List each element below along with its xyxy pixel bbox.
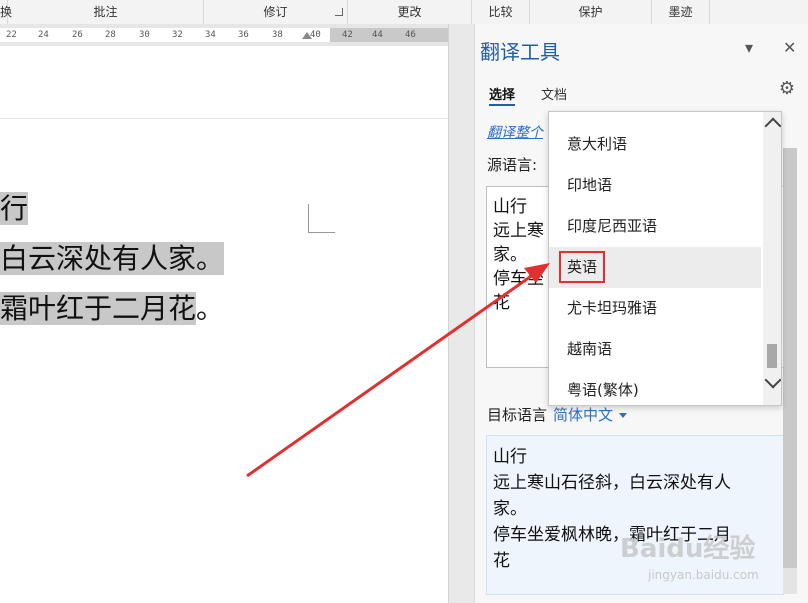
- document-line-1[interactable]: 行: [0, 186, 29, 232]
- document-line-3[interactable]: 霜叶红于二月花。: [0, 286, 224, 332]
- target-language-label: 目标语言: [487, 406, 548, 424]
- target-language-select[interactable]: 简体中文: [553, 406, 613, 424]
- target-line: 家。: [493, 499, 527, 519]
- selected-text[interactable]: 白云深处有人家。: [0, 242, 225, 275]
- ribbon-group-comments[interactable]: 批注: [8, 0, 204, 24]
- close-icon[interactable]: ✕: [783, 38, 796, 57]
- ruler-tick: 32: [172, 30, 183, 40]
- language-dropdown-list[interactable]: 意大利语 印地语 印度尼西亚语 英语 尤卡坦玛雅语 越南语 粤语(繁体): [548, 111, 782, 406]
- pane-title: 翻译工具: [480, 40, 560, 64]
- dialog-launcher-icon[interactable]: [335, 8, 343, 16]
- selected-text[interactable]: 行: [0, 192, 29, 225]
- ruler-tick: 36: [238, 30, 249, 40]
- translate-whole-link[interactable]: 翻译整个: [487, 122, 543, 142]
- ruler-tick: 38: [272, 30, 283, 40]
- chevron-down-icon[interactable]: [764, 371, 781, 389]
- ruler-tick: 26: [72, 30, 83, 40]
- language-option[interactable]: 印度尼西亚语: [549, 206, 761, 247]
- horizontal-ruler[interactable]: 22 24 26 28 30 32 34 36 38 40 42 44 46: [0, 24, 448, 46]
- language-option[interactable]: 越南语: [549, 329, 761, 370]
- tab-document[interactable]: 文档: [541, 84, 567, 103]
- indent-marker-icon[interactable]: [302, 32, 312, 39]
- ribbon-group-partial[interactable]: 换: [0, 0, 12, 24]
- source-language-label: 源语言:: [487, 156, 538, 174]
- document-vertical-scrollbar[interactable]: [448, 24, 475, 603]
- ribbon-group-protect[interactable]: 保护: [530, 0, 652, 24]
- highlight-box: 英语: [559, 251, 606, 283]
- pane-scrollbar-thumb[interactable]: [783, 148, 797, 568]
- watermark-logo: Baidu经验: [620, 534, 756, 564]
- ruler-tick: 22: [6, 30, 17, 40]
- ribbon-group-compare[interactable]: 比较: [472, 0, 530, 24]
- gear-icon[interactable]: ⚙: [779, 78, 795, 99]
- caret-down-icon[interactable]: [619, 413, 628, 418]
- dropdown-scrollbar-thumb[interactable]: [767, 344, 777, 368]
- ruler-tick: 44: [372, 30, 383, 40]
- line-tail: 。: [196, 292, 225, 325]
- ruler-tick: 34: [205, 30, 216, 40]
- ribbon-group-ink[interactable]: 墨迹: [652, 0, 710, 24]
- target-line: 远上寒山石径斜，白云深处有人: [493, 473, 731, 493]
- document-canvas[interactable]: 行 白云深处有人家。 霜叶红于二月花。: [0, 46, 448, 603]
- ribbon-group-tracking[interactable]: 修订: [204, 0, 348, 24]
- ribbon-group-changes[interactable]: 更改: [348, 0, 472, 24]
- pane-options-caret-icon[interactable]: ▾: [745, 38, 753, 57]
- chevron-up-icon[interactable]: [764, 117, 781, 135]
- document-line-2[interactable]: 白云深处有人家。: [0, 236, 225, 282]
- language-option[interactable]: 印地语: [549, 165, 761, 206]
- ribbon: 换 批注 修订 更改 比较 保护 墨迹: [0, 0, 808, 25]
- ruler-tick: 46: [405, 30, 416, 40]
- watermark-url: jingyan.baidu.com: [648, 568, 759, 582]
- ruler-tick: 42: [342, 30, 353, 40]
- page-separator: [0, 118, 448, 119]
- language-option-highlighted[interactable]: 英语: [549, 247, 761, 288]
- margin-corner-mark: [308, 204, 335, 233]
- ruler-tick: 28: [105, 30, 116, 40]
- ruler-tick: 30: [139, 30, 150, 40]
- ruler-tick: 24: [38, 30, 49, 40]
- language-option[interactable]: 尤卡坦玛雅语: [549, 288, 761, 329]
- dropdown-scrollbar[interactable]: [763, 112, 781, 405]
- tab-selection[interactable]: 选择: [489, 84, 516, 106]
- language-option[interactable]: 粤语(繁体): [549, 370, 761, 405]
- language-option[interactable]: 意大利语: [549, 124, 761, 165]
- target-line: 山行: [493, 447, 527, 467]
- pane-scrollbar[interactable]: [783, 148, 797, 594]
- selected-text[interactable]: 霜叶红于二月花: [0, 292, 197, 325]
- target-language-row: 目标语言 简体中文: [487, 404, 628, 425]
